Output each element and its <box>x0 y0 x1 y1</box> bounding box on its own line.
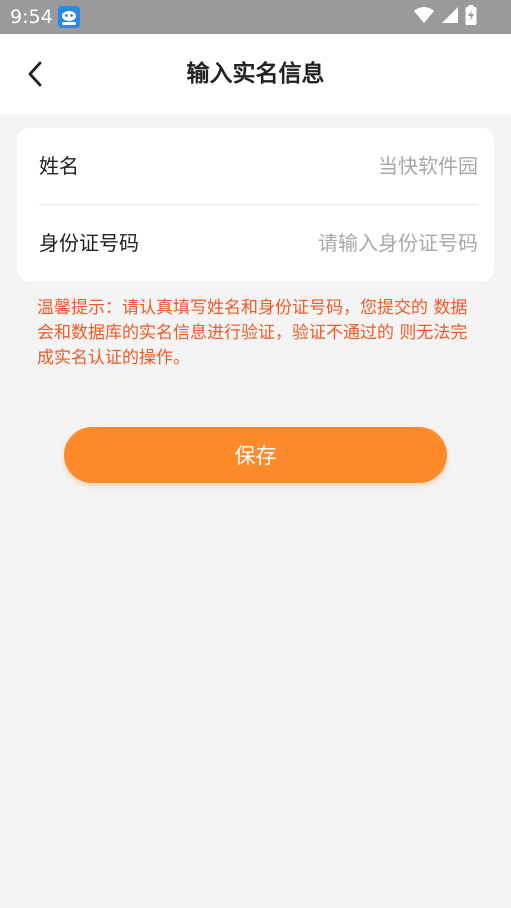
id-number-label: 身份证号码 <box>39 231 139 255</box>
screen: 9:54 输入实名信息 姓名 当快软件园 身份证号码 请输入身份证号码 温馨提示… <box>0 0 511 908</box>
name-input[interactable] <box>218 148 478 184</box>
navigation-bar: 输入实名信息 <box>0 34 511 114</box>
name-label: 姓名 <box>39 154 79 178</box>
wifi-icon <box>413 6 435 28</box>
form-card: 姓名 身份证号码 <box>17 128 494 281</box>
status-icons <box>413 5 477 29</box>
save-button[interactable]: 保存 <box>64 427 447 483</box>
battery-charging-icon <box>465 5 477 29</box>
signal-icon <box>441 6 459 28</box>
status-time: 9:54 <box>10 6 53 28</box>
id-number-input[interactable] <box>218 225 478 261</box>
name-row: 姓名 <box>39 128 478 204</box>
id-number-row: 身份证号码 <box>39 205 478 281</box>
app-icon <box>58 6 80 28</box>
status-bar: 9:54 <box>0 0 511 34</box>
tip-text: 温馨提示：请认真填写姓名和身份证号码，您提交的 数据会和数据库的实名信息进行验证… <box>37 298 468 368</box>
page-title: 输入实名信息 <box>186 61 325 87</box>
